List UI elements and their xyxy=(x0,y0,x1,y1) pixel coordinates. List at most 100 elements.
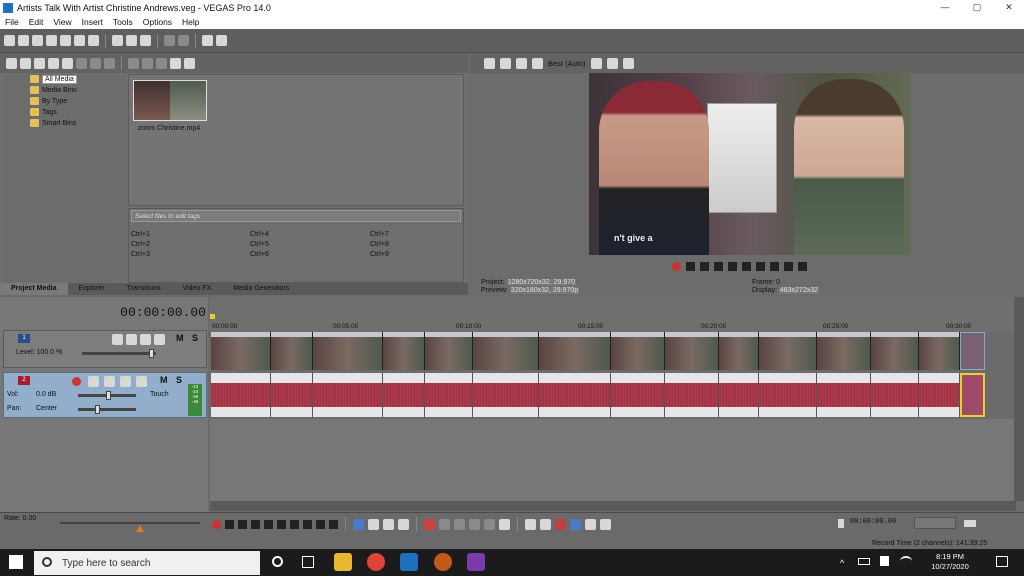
properties-icon[interactable] xyxy=(74,35,85,46)
go-to-start-icon[interactable] xyxy=(756,261,765,271)
video-clip[interactable] xyxy=(271,332,313,370)
undo-icon[interactable] xyxy=(164,35,175,46)
record-icon[interactable] xyxy=(672,261,681,271)
tree-item-tags[interactable]: Tags xyxy=(30,107,57,117)
marker-icon[interactable] xyxy=(525,518,536,530)
wifi-icon[interactable] xyxy=(900,556,912,566)
tab-media-generators[interactable]: Media Generators xyxy=(222,283,300,295)
tab-transitions[interactable]: Transitions xyxy=(116,283,172,295)
arm-record-icon[interactable] xyxy=(72,377,81,386)
menu-edit[interactable]: Edit xyxy=(24,17,49,27)
audio-clip[interactable] xyxy=(665,373,719,417)
zoom-tool-icon[interactable] xyxy=(398,518,409,530)
region-icon[interactable] xyxy=(540,518,551,530)
track-fx-icon[interactable] xyxy=(104,376,115,387)
go-to-end-icon[interactable] xyxy=(770,261,779,271)
task-view-icon[interactable] xyxy=(302,556,314,568)
bypass-motion-blur-icon[interactable] xyxy=(112,334,123,345)
cortana-icon[interactable] xyxy=(272,556,283,567)
media-properties-icon[interactable] xyxy=(104,57,115,69)
rate-slider-handle-icon[interactable] xyxy=(136,525,144,532)
audio-track-lane[interactable] xyxy=(211,373,985,417)
cut-icon[interactable] xyxy=(112,35,123,46)
menu-options[interactable]: Options xyxy=(138,17,177,27)
pause-icon[interactable] xyxy=(264,519,273,529)
chrome-icon[interactable] xyxy=(367,553,385,571)
burn-disc-icon[interactable] xyxy=(48,57,59,69)
solo-button[interactable]: S xyxy=(176,375,182,385)
rate-slider[interactable] xyxy=(60,522,200,524)
menu-insert[interactable]: Insert xyxy=(77,17,108,27)
video-clip[interactable] xyxy=(539,332,611,370)
snapping-icon[interactable] xyxy=(555,518,566,530)
tree-item-all-media[interactable]: All Media xyxy=(30,74,77,84)
stop-icon[interactable] xyxy=(277,519,286,529)
audio-clip[interactable] xyxy=(611,373,665,417)
video-clip[interactable] xyxy=(719,332,759,370)
selection-length-field[interactable] xyxy=(914,517,956,529)
auto-preview-icon[interactable] xyxy=(156,57,167,69)
notifications-icon[interactable] xyxy=(996,556,1008,567)
stop-media-icon[interactable] xyxy=(142,57,153,69)
video-clip[interactable] xyxy=(871,332,919,370)
save-icon[interactable] xyxy=(32,35,43,46)
level-slider-knob[interactable] xyxy=(149,349,154,358)
get-media-icon[interactable] xyxy=(34,57,45,69)
audio-clip[interactable] xyxy=(919,373,960,417)
tab-video-fx[interactable]: Video FX xyxy=(172,283,223,295)
play-media-icon[interactable] xyxy=(128,57,139,69)
lock-envelopes-icon[interactable] xyxy=(600,518,611,530)
show-hidden-icons-icon[interactable]: ^ xyxy=(840,558,844,568)
trim-icon[interactable] xyxy=(439,518,450,530)
prev-frame-icon[interactable] xyxy=(316,519,325,529)
windows-start-icon[interactable] xyxy=(9,555,23,569)
audio-clip[interactable] xyxy=(425,373,473,417)
close-button[interactable]: ✕ xyxy=(994,0,1024,15)
microphone-icon[interactable] xyxy=(838,519,844,528)
redo-icon[interactable] xyxy=(178,35,189,46)
render-as-icon[interactable] xyxy=(202,35,213,46)
taskbar-clock[interactable]: 8:19 PM 10/27/2020 xyxy=(930,552,970,572)
prev-frame-icon[interactable] xyxy=(784,261,793,271)
record-icon[interactable] xyxy=(212,519,221,529)
track-fx-icon[interactable] xyxy=(140,334,151,345)
tree-item-by-type[interactable]: By Type xyxy=(30,96,67,106)
save-snapshot-icon[interactable] xyxy=(622,57,634,69)
paste-icon[interactable] xyxy=(140,35,151,46)
volume-slider-knob[interactable] xyxy=(106,391,111,400)
selected-audio-clip[interactable] xyxy=(960,373,985,417)
tag-input[interactable]: Select files to edit tags xyxy=(131,210,461,222)
audio-clip[interactable] xyxy=(211,373,271,417)
compositing-mode-icon[interactable] xyxy=(154,334,165,345)
copy-icon[interactable] xyxy=(126,35,137,46)
horizontal-scrollbar[interactable] xyxy=(210,501,1016,511)
menu-help[interactable]: Help xyxy=(177,17,204,27)
auto-crossfade-icon[interactable] xyxy=(570,518,581,530)
save-as-icon[interactable] xyxy=(46,35,57,46)
split-screen-icon[interactable] xyxy=(516,57,527,69)
play-from-start-icon[interactable] xyxy=(700,261,709,271)
menu-view[interactable]: View xyxy=(48,17,76,27)
video-track-header[interactable]: 1 M S Level: 100.0 % xyxy=(3,330,207,368)
search-icon[interactable] xyxy=(184,57,195,69)
trim-start-icon[interactable] xyxy=(454,518,465,530)
import-media-icon[interactable] xyxy=(6,57,17,69)
minimize-button[interactable]: — xyxy=(930,0,960,15)
loop-icon[interactable] xyxy=(686,261,695,271)
taskbar-search-box[interactable]: Type here to search xyxy=(34,551,260,575)
clean-project-icon[interactable] xyxy=(90,57,101,69)
preview-device-icon[interactable] xyxy=(500,57,511,69)
loop-icon[interactable] xyxy=(225,519,234,529)
mute-button[interactable]: M xyxy=(176,333,184,343)
video-clip[interactable] xyxy=(665,332,719,370)
media-thumbnail[interactable] xyxy=(133,80,207,121)
normal-edit-tool-icon[interactable] xyxy=(353,518,364,530)
media-fx-icon[interactable] xyxy=(62,57,73,69)
video-clip[interactable] xyxy=(611,332,665,370)
audio-clip[interactable] xyxy=(539,373,611,417)
next-frame-icon[interactable] xyxy=(329,519,338,529)
video-clip[interactable] xyxy=(383,332,425,370)
preview-settings-icon[interactable] xyxy=(484,57,495,69)
auto-ripple-icon[interactable] xyxy=(585,518,596,530)
solo-button[interactable]: S xyxy=(192,333,198,343)
